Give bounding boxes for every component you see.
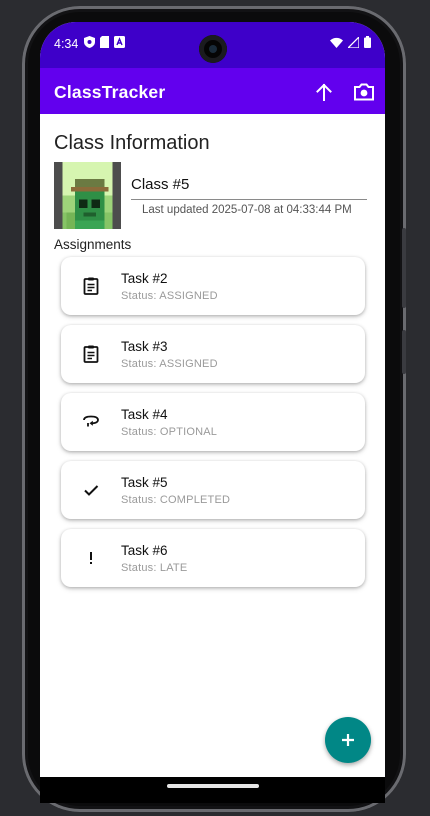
assignment-card[interactable]: Task #6 Status: LATE [61, 529, 365, 587]
assignment-name: Task #4 [121, 407, 168, 422]
signal-icon [348, 36, 359, 48]
class-image[interactable] [54, 162, 121, 229]
a-icon [114, 36, 125, 48]
status-bar: 4:34 [40, 22, 385, 68]
assignment-card[interactable]: Task #4 Status: OPTIONAL [61, 393, 365, 451]
add-assignment-button[interactable] [325, 717, 371, 763]
camera-icon[interactable] [352, 80, 376, 104]
assignment-status: Status: ASSIGNED [121, 290, 218, 302]
clipboard-icon [83, 277, 99, 295]
volume-button [402, 228, 406, 308]
wifi-icon [330, 37, 343, 48]
assignment-card[interactable]: Task #2 Status: ASSIGNED [61, 257, 365, 315]
assignments-label: Assignments [54, 237, 132, 252]
navigation-bar [40, 777, 385, 803]
app-bar: ClassTracker [40, 68, 385, 114]
screen: 4:34 ClassTracker Class Information Clas… [40, 22, 385, 777]
home-indicator[interactable] [167, 784, 259, 788]
power-button [402, 330, 406, 374]
plus-icon [342, 734, 354, 746]
battery-icon [364, 36, 371, 48]
class-name-field[interactable] [131, 172, 367, 200]
assignment-status: Status: LATE [121, 562, 188, 574]
front-camera [199, 35, 227, 63]
app-title: ClassTracker [54, 82, 166, 102]
upload-icon[interactable] [312, 80, 336, 104]
exclamation-icon [90, 552, 92, 564]
sim-icon [100, 36, 109, 48]
assignment-status: Status: OPTIONAL [121, 426, 218, 438]
last-updated-text: Last updated 2025-07-08 at 04:33:44 PM [142, 204, 352, 216]
assignment-card[interactable]: Task #5 Status: COMPLETED [61, 461, 365, 519]
section-title: Class Information [54, 132, 210, 154]
assignment-name: Task #3 [121, 339, 168, 354]
status-time: 4:34 [54, 37, 79, 51]
assignment-status: Status: ASSIGNED [121, 358, 218, 370]
assignment-card[interactable]: Task #3 Status: ASSIGNED [61, 325, 365, 383]
assignment-name: Task #2 [121, 271, 168, 286]
status-left-icons [84, 36, 125, 48]
status-right-icons [330, 36, 371, 48]
clipboard-icon [83, 345, 99, 363]
check-icon [84, 485, 99, 496]
swap-icon [83, 415, 99, 427]
shield-icon [84, 36, 95, 48]
assignment-name: Task #6 [121, 543, 168, 558]
assignment-status: Status: COMPLETED [121, 494, 231, 506]
assignment-name: Task #5 [121, 475, 168, 490]
